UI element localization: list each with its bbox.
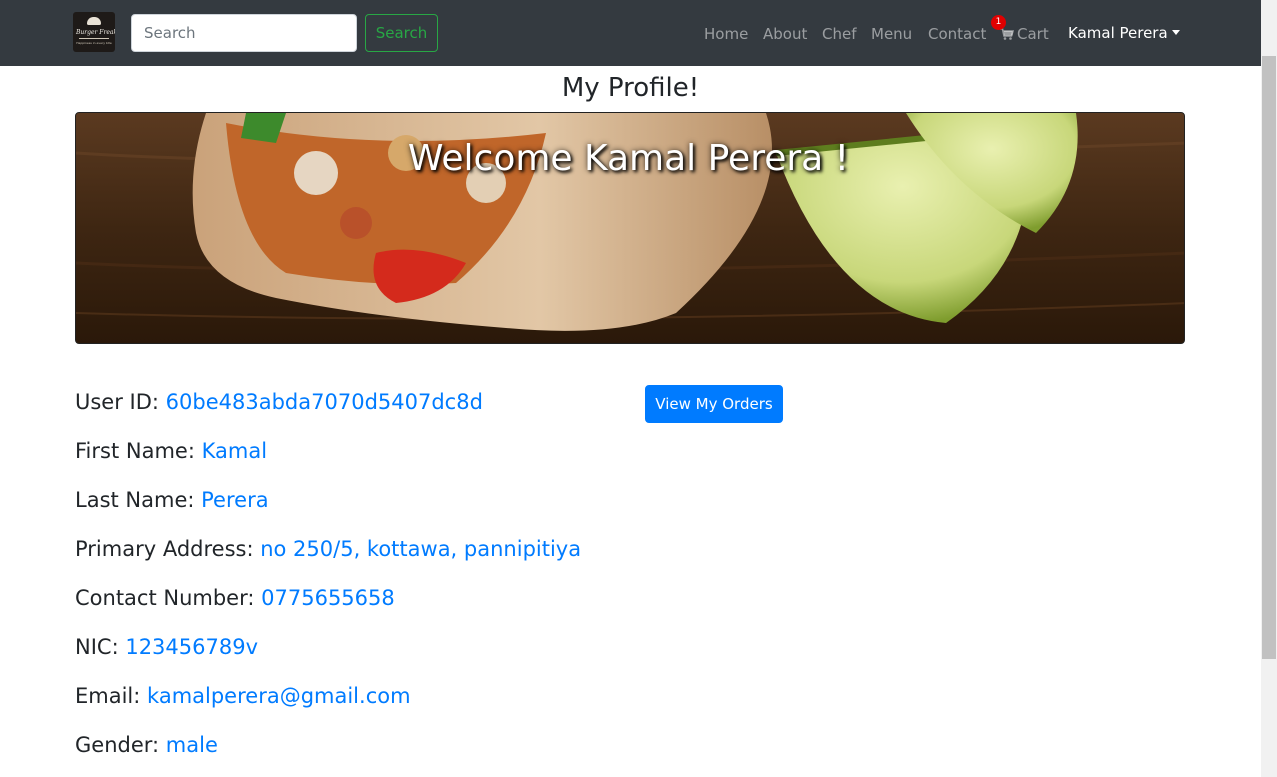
- address-label: Primary Address:: [75, 537, 254, 561]
- gender-row: Gender: male: [75, 731, 218, 759]
- nic-row: NIC: 123456789v: [75, 633, 258, 661]
- nic-label: NIC:: [75, 635, 119, 659]
- top-navbar: Burger Freaks Happiness in every bite Se…: [0, 0, 1277, 66]
- brand-logo[interactable]: Burger Freaks Happiness in every bite: [73, 12, 115, 52]
- last-name-label: Last Name:: [75, 488, 195, 512]
- page-scrollbar[interactable]: [1261, 0, 1277, 777]
- caret-down-icon: [1171, 30, 1180, 35]
- email-value: kamalperera@gmail.com: [147, 684, 411, 708]
- nic-value: 123456789v: [125, 635, 259, 659]
- first-name-row: First Name: Kamal: [75, 437, 267, 465]
- gender-label: Gender:: [75, 733, 160, 757]
- last-name-value: Perera: [201, 488, 269, 512]
- user-name: Kamal Perera: [1068, 24, 1168, 42]
- first-name-value: Kamal: [201, 439, 268, 463]
- contact-row: Contact Number: 0775655658: [75, 584, 395, 612]
- email-row: Email: kamalperera@gmail.com: [75, 682, 411, 710]
- welcome-heading: Welcome Kamal Perera !: [407, 138, 850, 179]
- user-id-label: User ID:: [75, 390, 159, 414]
- nav-about-link[interactable]: About: [763, 24, 807, 44]
- address-value: no 250/5, kottawa, pannipitiya: [260, 537, 582, 561]
- view-orders-button[interactable]: View My Orders: [645, 385, 783, 423]
- gender-value: male: [165, 733, 218, 757]
- page-title: My Profile!: [561, 73, 700, 103]
- nav-contact-link[interactable]: Contact: [928, 24, 986, 44]
- cart-label: Cart: [1017, 25, 1049, 43]
- burger-icon: [87, 17, 101, 25]
- user-id-row: User ID: 60be483abda7070d5407dc8d: [75, 388, 483, 416]
- cart-icon: [1000, 28, 1014, 40]
- contact-value: 0775655658: [261, 586, 395, 610]
- user-dropdown-toggle[interactable]: Kamal Perera: [1068, 23, 1180, 43]
- logo-text: Burger Freaks: [76, 29, 115, 36]
- scrollbar-thumb[interactable]: [1262, 56, 1276, 659]
- email-label: Email:: [75, 684, 141, 708]
- cart-count-badge: 1: [991, 15, 1006, 30]
- logo-divider: [79, 38, 109, 39]
- search-button[interactable]: Search: [365, 14, 438, 52]
- nav-cart-link[interactable]: Cart: [1000, 24, 1049, 44]
- logo-tagline: Happiness in every bite: [76, 41, 112, 45]
- last-name-row: Last Name: Perera: [75, 486, 269, 514]
- contact-label: Contact Number:: [75, 586, 255, 610]
- nav-menu-link[interactable]: Menu: [871, 24, 912, 44]
- nav-home-link[interactable]: Home: [704, 24, 748, 44]
- search-input[interactable]: [131, 14, 357, 52]
- first-name-label: First Name:: [75, 439, 195, 463]
- address-row: Primary Address: no 250/5, kottawa, pann…: [75, 535, 581, 563]
- user-id-value: 60be483abda7070d5407dc8d: [165, 390, 483, 414]
- nav-chef-link[interactable]: Chef: [822, 24, 857, 44]
